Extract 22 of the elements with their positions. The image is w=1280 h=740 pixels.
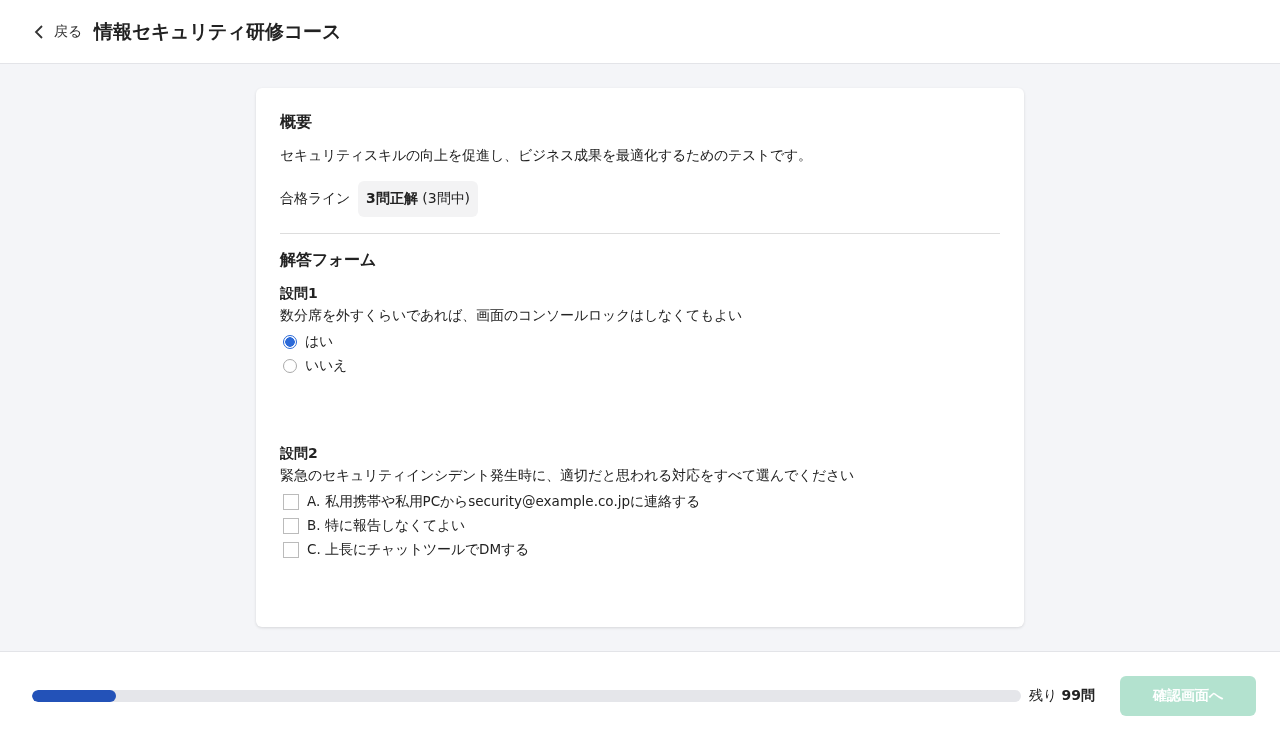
radio-button[interactable] — [283, 335, 297, 349]
pass-line-badge: 3問正解 (3問中) — [358, 181, 479, 217]
question-text: 緊急のセキュリティインシデント発生時に、適切だと思われる対応をすべて選んでください — [280, 467, 855, 485]
back-button[interactable]: 戻る — [34, 22, 82, 41]
remaining-count: 残り 99問 — [1029, 687, 1095, 705]
description-text: セキュリティスキルの向上を促進し、ビジネス成果を最適化するためのテストです。 — [280, 147, 813, 165]
checkbox-option[interactable]: A. 私用携帯や私用PCからsecurity@example.co.jpに連絡する — [280, 493, 700, 511]
section-heading: 解答フォーム — [280, 250, 377, 271]
checkbox[interactable] — [283, 494, 299, 510]
checkbox[interactable] — [283, 518, 299, 534]
page-title: 情報セキュリティ研修コース — [94, 18, 341, 44]
section-heading: 概要 — [280, 112, 313, 133]
chevron-left-icon — [34, 23, 44, 40]
question-number: 設問2 — [280, 445, 319, 463]
question-text: 数分席を外すくらいであれば、画面のコンソールロックはしなくてもよい — [280, 307, 743, 325]
checkbox[interactable] — [283, 542, 299, 558]
pass-line-label: 合格ライン — [280, 190, 350, 208]
checkbox-option[interactable]: B. 特に報告しなくてよい — [280, 517, 465, 535]
checkbox-option[interactable]: C. 上長にチャットツールでDMする — [280, 541, 530, 559]
radio-option[interactable]: いいえ — [280, 357, 347, 375]
radio-option[interactable]: はい — [280, 333, 333, 351]
question-number: 設問1 — [280, 285, 319, 303]
